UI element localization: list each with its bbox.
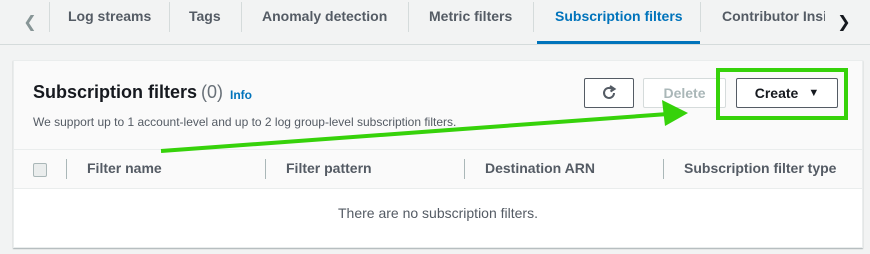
tab-scroll-left-button[interactable]: ❮: [14, 0, 46, 44]
refresh-button[interactable]: [584, 78, 634, 108]
tab-contributor-insights[interactable]: Contributor Insi: [722, 0, 825, 32]
column-divider: [464, 159, 465, 179]
highlight-annotation-box: [716, 68, 848, 120]
tab-bar: ❮ Log streams Tags Anomaly detection Met…: [0, 0, 870, 45]
chevron-left-icon: ❮: [23, 14, 37, 31]
panel-title-text: Subscription filters: [33, 82, 198, 102]
tab-divider: [49, 2, 50, 32]
tab-tags[interactable]: Tags: [189, 0, 221, 32]
column-destination-arn[interactable]: Destination ARN: [485, 160, 595, 176]
tab-divider: [169, 2, 170, 32]
filter-count: (0): [201, 82, 224, 102]
column-divider: [663, 159, 664, 179]
tab-scroll-right-button[interactable]: ❯: [828, 0, 860, 44]
column-filter-pattern[interactable]: Filter pattern: [286, 160, 372, 176]
tab-divider: [408, 2, 409, 32]
column-filter-name[interactable]: Filter name: [87, 160, 162, 176]
select-all-checkbox[interactable]: [33, 163, 47, 177]
tab-divider: [241, 2, 242, 32]
tab-divider: [533, 2, 534, 32]
table-header: Filter name Filter pattern Destination A…: [14, 150, 862, 189]
panel-title: Subscription filters (0): [33, 82, 223, 103]
tab-anomaly-detection[interactable]: Anomaly detection: [262, 0, 387, 32]
column-divider: [66, 159, 67, 179]
tab-subscription-filters[interactable]: Subscription filters: [555, 0, 683, 32]
tab-metric-filters[interactable]: Metric filters: [429, 0, 512, 32]
active-tab-indicator: [537, 41, 700, 44]
empty-table-message: There are no subscription filters.: [338, 205, 538, 221]
delete-button[interactable]: Delete: [643, 78, 726, 108]
column-divider: [265, 159, 266, 179]
tab-divider: [700, 2, 701, 32]
chevron-right-icon: ❯: [837, 14, 851, 31]
refresh-icon: [603, 85, 617, 99]
tab-log-streams[interactable]: Log streams: [68, 0, 151, 32]
column-subscription-filter-type[interactable]: Subscription filter type: [684, 160, 836, 176]
info-link[interactable]: Info: [230, 88, 252, 102]
panel-description: We support up to 1 account-level and up …: [33, 115, 457, 129]
